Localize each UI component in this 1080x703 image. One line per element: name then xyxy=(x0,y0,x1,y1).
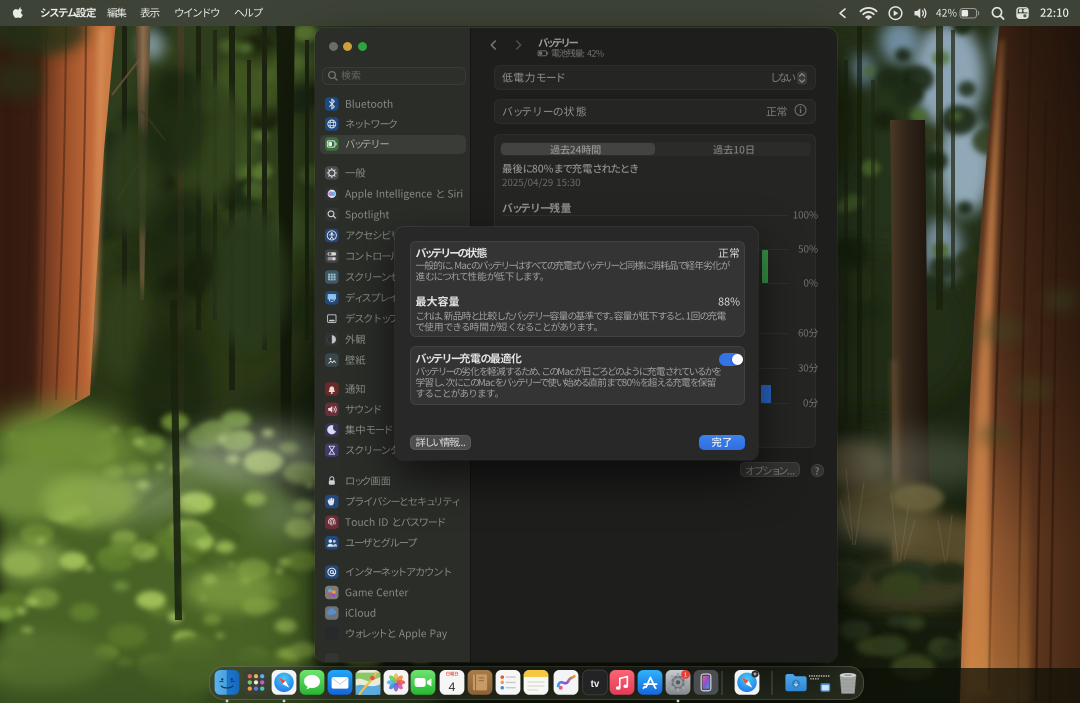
svg-text:1: 1 xyxy=(684,672,687,678)
svg-text:tv: tv xyxy=(591,679,600,690)
svg-text:4: 4 xyxy=(449,680,456,694)
